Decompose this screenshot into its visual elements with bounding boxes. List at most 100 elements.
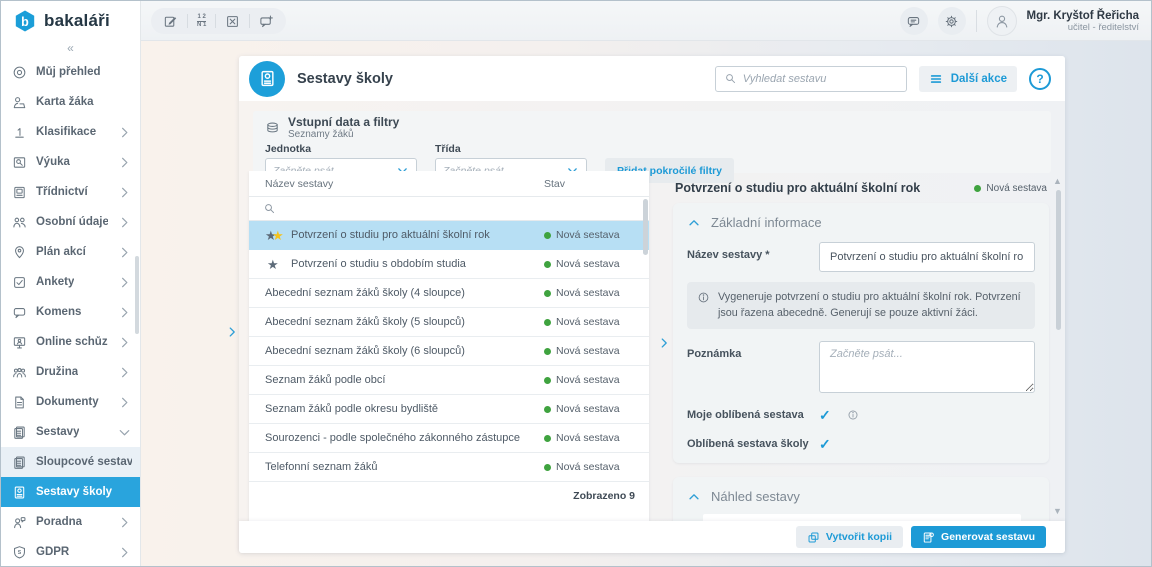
personal-data-icon: [12, 215, 27, 230]
sidebar-item-sloupcove-sestavy[interactable]: Sloupcové sestavy: [1, 447, 140, 477]
sidebar-item-gdpr[interactable]: S GDPR: [1, 537, 140, 566]
header-divider: [975, 10, 977, 32]
sidebar-item-klasifikace[interactable]: Klasifikace: [1, 117, 140, 147]
info-icon: [697, 290, 710, 321]
fav-my-checkbox[interactable]: ✓: [819, 408, 831, 422]
sidebar-item-label: Komens: [36, 306, 82, 318]
status-dot: [974, 184, 982, 192]
report-name: Sourozenci - podle společného zákonného …: [265, 432, 521, 444]
report-name: Seznam žáků podle okresu bydliště: [265, 403, 439, 415]
svg-text:S: S: [18, 550, 22, 556]
hamburger-icon: [929, 72, 943, 86]
status-badge: Nová sestava: [974, 183, 1047, 194]
sidebar-item-label: Plán akcí: [36, 246, 86, 258]
user-name: Mgr. Kryštof Řeřicha: [1026, 9, 1139, 22]
column-name-header: Název sestavy: [265, 177, 334, 190]
header-right: Mgr. Kryštof Řeřicha učitel - ředitelstv…: [899, 1, 1139, 41]
chevron-right-icon: [117, 305, 132, 320]
report-search-box: [714, 65, 907, 92]
sidebar-collapse-control[interactable]: «: [1, 41, 140, 57]
sidebar-item-dokumenty[interactable]: Dokumenty: [1, 387, 140, 417]
sidebar-item-sestavy[interactable]: Sestavy: [1, 417, 140, 447]
sidebar-item-ankety[interactable]: Ankety: [1, 267, 140, 297]
sidebar-item-vyuka[interactable]: Výuka: [1, 147, 140, 177]
scroll-down-arrow[interactable]: ▼: [1053, 506, 1062, 516]
page-title: Sestavy školy: [297, 70, 393, 87]
preview-title: Náhled sestavy: [711, 489, 800, 505]
absence-icon[interactable]: [225, 14, 240, 29]
report-row-abecedni-seznam-zaku-skoly-5-sloupcu[interactable]: Abecední seznam žáků školy (5 sloupců) No…: [249, 308, 649, 337]
chevron-right-icon: [117, 395, 132, 410]
help-button[interactable]: ?: [1029, 67, 1051, 90]
sidebar-item-sestavy-skoly[interactable]: Sestavy školy: [1, 477, 140, 507]
chat-bubble-icon[interactable]: [899, 7, 928, 35]
sidebar-item-tridnictvi[interactable]: Třídnictví: [1, 177, 140, 207]
report-status: Nová sestava: [544, 316, 620, 328]
new-message-icon[interactable]: [259, 14, 274, 29]
chevron-right-icon: [117, 275, 132, 290]
create-copy-button[interactable]: Vytvořit kopii: [795, 526, 904, 548]
chevron-right-icon: [117, 335, 132, 350]
info-icon[interactable]: [847, 409, 859, 421]
generate-report-button[interactable]: Generovat sestavu: [911, 526, 1046, 548]
chevron-up-icon[interactable]: [687, 490, 701, 504]
sidebar-item-komens[interactable]: Komens: [1, 297, 140, 327]
status-dot: [544, 231, 551, 239]
status-dot: [544, 318, 551, 326]
sidebar-scrollbar[interactable]: [135, 256, 139, 334]
search-icon: [724, 72, 737, 85]
status-dot: [544, 289, 551, 297]
expand-left-panel-chevron[interactable]: [225, 325, 239, 344]
search-icon: [263, 202, 276, 215]
gear-icon[interactable]: [937, 7, 966, 35]
report-status: Nová sestava: [544, 258, 620, 270]
more-actions-button[interactable]: Další akce: [918, 65, 1017, 92]
search-input[interactable]: [742, 72, 898, 85]
svg-text:b: b: [21, 15, 29, 29]
report-name: Potvrzení o studiu s obdobím studia: [291, 258, 466, 270]
report-row-potvrzeni-o-studiu-pro-aktualni-skolni-r[interactable]: ★ ★ Potvrzení o studiu pro aktuální školní…: [249, 221, 649, 250]
sidebar-item-poradna[interactable]: Poradna: [1, 507, 140, 537]
user-avatar-icon[interactable]: [986, 6, 1017, 36]
report-row-sourozenci-podle-spolecneho-zakonneho-za[interactable]: Sourozenci - podle společného zákonného …: [249, 424, 649, 453]
fav-school-checkbox[interactable]: ✓: [819, 437, 831, 451]
brand-logo[interactable]: b bakaláři: [1, 1, 140, 41]
main-area: Sestavy školy Další akce ?: [141, 41, 1151, 566]
sidebar-item-muj-prehled[interactable]: Můj přehled: [1, 57, 140, 87]
report-row-abecedni-seznam-zaku-skoly-4-sloupce[interactable]: Abecední seznam žáků školy (4 sloupce) No…: [249, 279, 649, 308]
report-row-telefonni-seznam-zaku[interactable]: Telefonní seznam žáků Nová sestava: [249, 453, 649, 482]
numeric-grades-icon[interactable]: 1 2N 1: [197, 14, 207, 29]
expand-list-panel-chevron[interactable]: [657, 336, 671, 355]
chevron-up-icon[interactable]: [687, 216, 701, 230]
sidebar-item-plan-akci[interactable]: Plán akcí: [1, 237, 140, 267]
list-scrollbar[interactable]: [643, 199, 648, 255]
edit-grade-icon[interactable]: [163, 14, 178, 29]
column-status-header: Stav: [544, 177, 566, 190]
sidebar-item-druzina[interactable]: Družina: [1, 357, 140, 387]
note-textarea[interactable]: [819, 341, 1035, 394]
report-row-abecedni-seznam-zaku-skoly-6-sloupcu[interactable]: Abecední seznam žáků školy (6 sloupců) No…: [249, 337, 649, 366]
sidebar-item-label: Výuka: [36, 156, 70, 168]
note-field-label: Poznámka: [687, 348, 742, 361]
sidebar-item-karta-zaka[interactable]: Karta žáka: [1, 87, 140, 117]
list-search-row[interactable]: [249, 197, 649, 221]
chevron-right-icon: [117, 245, 132, 260]
sidebar-item-label: Dokumenty: [36, 396, 99, 408]
content-card: Sestavy školy Další akce ?: [239, 56, 1065, 553]
scroll-up-arrow[interactable]: ▲: [1053, 176, 1062, 186]
user-info[interactable]: Mgr. Kryštof Řeřicha učitel - ředitelstv…: [1027, 10, 1139, 33]
report-name-input[interactable]: [819, 242, 1035, 272]
reports-list-panel: Název sestavy Stav ★ ★ Potvrzení o studiu …: [249, 171, 649, 521]
report-row-potvrzeni-o-studiu-s-obdobim-studia[interactable]: ★ Potvrzení o studiu s obdobím studia Nová…: [249, 250, 649, 279]
sidebar-item-label: Online schůzky: [36, 336, 108, 348]
info-text: Vygeneruje potvrzení o studiu pro aktuál…: [718, 291, 1021, 319]
sidebar-item-osobni-udaje[interactable]: Osobní údaje: [1, 207, 140, 237]
report-row-seznam-zaku-podle-obci[interactable]: Seznam žáků podle obcí Nová sestava: [249, 366, 649, 395]
toolbar-divider: [187, 14, 188, 28]
report-name: Abecední seznam žáků školy (5 sloupců): [265, 316, 465, 328]
report-row-seznam-zaku-podle-okresu-bydliste[interactable]: Seznam žáků podle okresu bydliště Nová se…: [249, 395, 649, 424]
sidebar-item-label: Můj přehled: [36, 66, 101, 78]
sidebar-item-online-schuzky[interactable]: Online schůzky: [1, 327, 140, 357]
detail-scrollbar-thumb[interactable]: [1056, 190, 1061, 330]
quick-toolbar: 1 2N 1: [151, 8, 287, 34]
